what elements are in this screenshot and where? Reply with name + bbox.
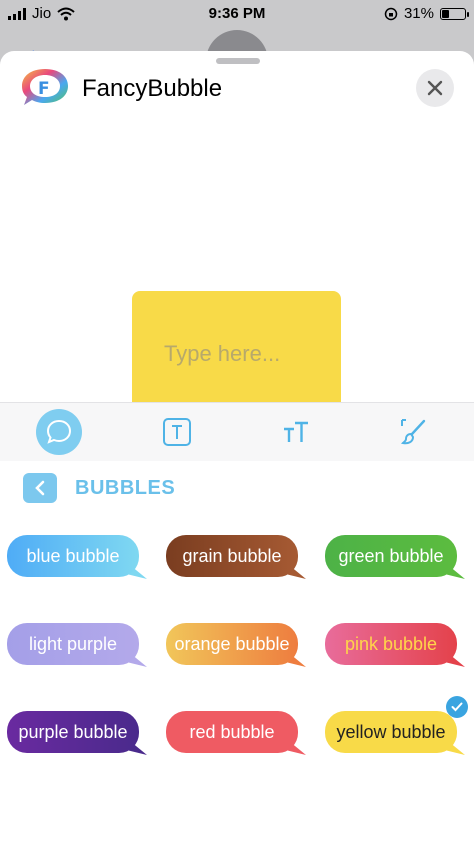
battery-icon	[440, 7, 469, 20]
selected-check-icon	[446, 696, 468, 718]
brush-icon	[400, 419, 426, 445]
bubble-option[interactable]: pink bubble	[325, 623, 465, 669]
close-button[interactable]	[416, 69, 454, 107]
bubble-option[interactable]: grain bubble	[166, 535, 306, 581]
tool-font-size[interactable]	[273, 409, 319, 455]
fancybubble-logo-icon: F	[22, 69, 68, 105]
bubble-option-label: blue bubble	[7, 535, 139, 577]
speech-bubble-icon	[46, 419, 72, 444]
close-icon	[427, 80, 443, 96]
bubble-option-label: green bubble	[325, 535, 457, 577]
battery-percent: 31%	[403, 5, 434, 22]
editor-toolbar	[0, 402, 474, 461]
bubble-option-label: pink bubble	[325, 623, 457, 665]
status-bar: Jio 9:36 PM 31%	[0, 0, 474, 28]
bubble-option-label: grain bubble	[166, 535, 298, 577]
app-sheet: F FancyBubble Type here... BUBBLES blue …	[0, 51, 474, 843]
preview-bubble[interactable]: Type here...	[132, 291, 341, 406]
tool-bubble-style[interactable]	[36, 409, 82, 455]
bubble-option-label: red bubble	[166, 711, 298, 753]
tool-brush[interactable]	[391, 409, 437, 455]
preview-placeholder[interactable]: Type here...	[164, 341, 280, 367]
bubble-option-label: yellow bubble	[325, 711, 457, 753]
text-box-icon	[163, 418, 191, 446]
bubble-option[interactable]: purple bubble	[7, 711, 147, 757]
sheet-grabber[interactable]	[216, 58, 260, 64]
bubble-option[interactable]: light purple	[7, 623, 147, 669]
bubble-option-label: purple bubble	[7, 711, 139, 753]
bubble-option-label: light purple	[7, 623, 139, 665]
svg-text:F: F	[38, 79, 50, 99]
section-title: BUBBLES	[75, 477, 176, 499]
bubble-option[interactable]: yellow bubble	[325, 711, 465, 757]
rotation-lock-icon	[384, 7, 398, 20]
app-title: FancyBubble	[82, 75, 223, 102]
status-right: 31%	[384, 5, 469, 22]
back-button[interactable]	[23, 473, 57, 503]
bubble-option[interactable]: orange bubble	[166, 623, 306, 669]
bubble-option-label: orange bubble	[166, 623, 298, 665]
section-header: BUBBLES	[0, 469, 474, 505]
bubble-option[interactable]: blue bubble	[7, 535, 147, 581]
bubble-option[interactable]: red bubble	[166, 711, 306, 757]
bubble-option[interactable]: green bubble	[325, 535, 465, 581]
font-size-icon	[284, 421, 308, 442]
tool-text[interactable]	[154, 409, 200, 455]
chevron-left-icon	[35, 480, 45, 496]
